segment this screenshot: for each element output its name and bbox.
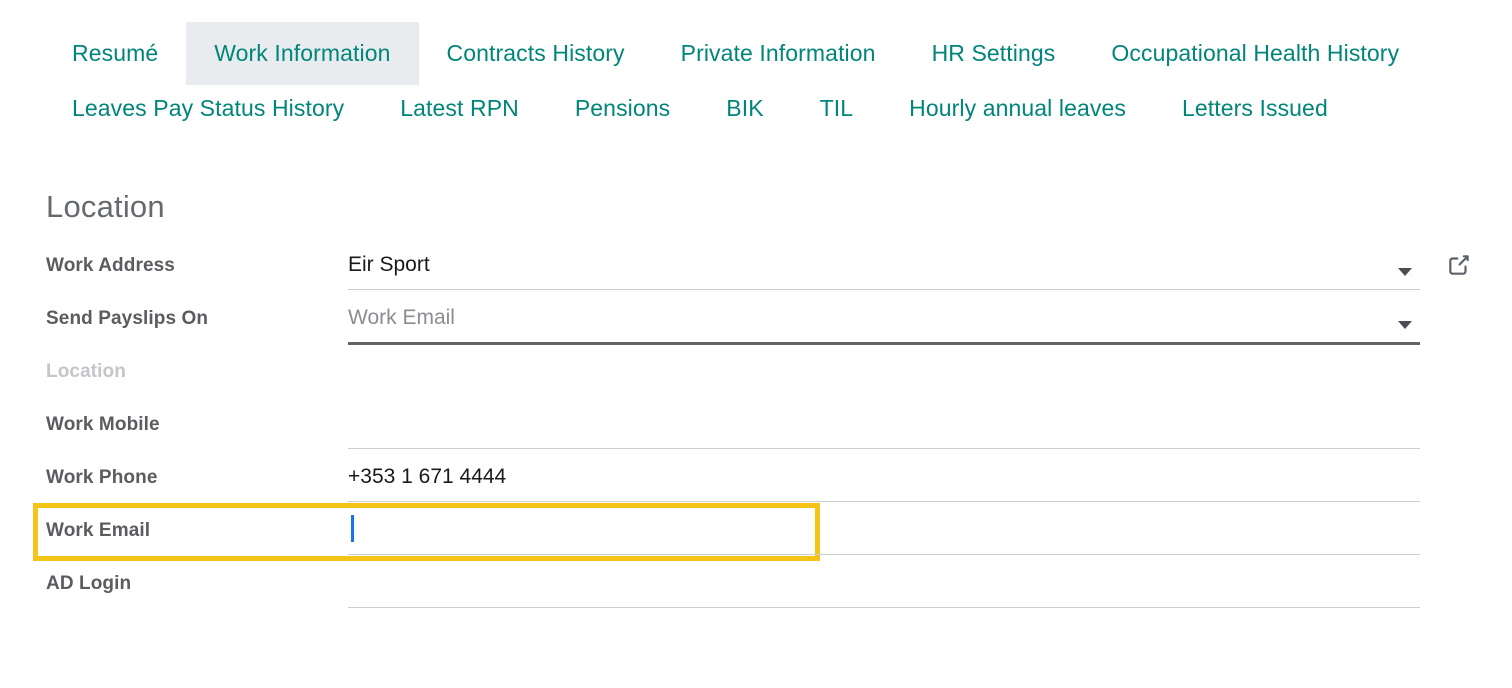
field-input-work-address[interactable]: Eir Sport — [348, 244, 1420, 297]
chevron-down-icon[interactable] — [1398, 321, 1412, 329]
field-input-ad-login[interactable] — [348, 562, 1420, 615]
chevron-down-icon[interactable] — [1398, 268, 1412, 276]
tab-work-information[interactable]: Work Information — [186, 22, 419, 85]
field-value-work-address: Eir Sport — [348, 253, 430, 276]
tab-row-secondary: Leaves Pay Status History Latest RPN Pensi… — [0, 85, 1512, 131]
text-cursor-icon — [351, 515, 354, 542]
field-label-work-email: Work Email — [46, 520, 151, 541]
field-input-location[interactable] — [348, 350, 1420, 403]
tab-occupational-health-history[interactable]: Occupational Health History — [1083, 22, 1427, 85]
field-input-work-email[interactable] — [348, 509, 1420, 562]
work-information-form: Work Address Eir Sport Send Payslips On Wor… — [33, 244, 1469, 615]
field-value-work-mobile — [348, 403, 1420, 413]
field-value-send-payslips-on: Work Email — [348, 306, 455, 329]
form-row-ad-login: AD Login — [46, 562, 1420, 615]
field-cell-work-address: Eir Sport — [348, 244, 1469, 297]
tab-letters-issued[interactable]: Letters Issued — [1154, 90, 1356, 126]
field-cell-work-phone: +353 1 671 4444 — [348, 456, 1420, 509]
field-cell-location — [348, 350, 1420, 403]
field-value-ad-login — [348, 562, 1420, 572]
field-label-send-payslips-on: Send Payslips On — [46, 308, 209, 329]
field-label-work-address: Work Address — [46, 255, 175, 276]
tab-contracts-history[interactable]: Contracts History — [419, 22, 653, 85]
field-value-location — [348, 350, 1420, 360]
tab-hourly-annual-leaves[interactable]: Hourly annual leaves — [881, 90, 1154, 126]
external-link-icon[interactable] — [1444, 250, 1474, 280]
field-value-work-email — [348, 509, 1420, 519]
form-row-send-payslips-on: Send Payslips On Work Email — [46, 297, 1420, 350]
form-row-work-mobile: Work Mobile — [46, 403, 1420, 456]
field-cell-work-mobile — [348, 403, 1420, 456]
field-label-location: Location — [46, 361, 126, 382]
tab-row-primary: Resumé Work Information Contracts History P… — [0, 22, 1512, 85]
form-row-work-phone: Work Phone +353 1 671 4444 — [46, 456, 1420, 509]
form-row-work-address: Work Address Eir Sport — [46, 244, 1469, 297]
tab-til[interactable]: TIL — [792, 90, 882, 126]
tab-bik[interactable]: BIK — [698, 90, 791, 126]
field-value-work-phone: +353 1 671 4444 — [348, 465, 507, 488]
field-cell-ad-login — [348, 562, 1420, 615]
field-label-work-phone: Work Phone — [46, 467, 158, 488]
field-underline-send-payslips-on — [348, 342, 1420, 345]
field-underline-work-phone — [348, 501, 1420, 502]
form-row-work-email: Work Email — [33, 503, 1420, 562]
page-title: Location — [46, 189, 165, 224]
tab-private-information[interactable]: Private Information — [653, 22, 904, 85]
field-input-send-payslips-on[interactable]: Work Email — [348, 297, 1420, 350]
field-underline-ad-login — [348, 607, 1420, 608]
tab-leaves-pay-status-history[interactable]: Leaves Pay Status History — [44, 90, 372, 126]
field-input-work-phone[interactable]: +353 1 671 4444 — [348, 456, 1420, 509]
field-cell-send-payslips-on: Work Email — [348, 297, 1420, 350]
field-underline-work-address — [348, 289, 1420, 290]
field-underline-work-mobile — [348, 448, 1420, 449]
tab-resum[interactable]: Resumé — [44, 22, 186, 85]
form-row-location: Location — [46, 350, 1418, 403]
tab-hr-settings[interactable]: HR Settings — [904, 22, 1084, 85]
field-label-work-mobile: Work Mobile — [46, 414, 160, 435]
field-underline-work-email — [348, 554, 1420, 555]
notebook-tabs: Resumé Work Information Contracts History P… — [0, 0, 1512, 131]
tab-latest-rpn[interactable]: Latest RPN — [372, 90, 547, 126]
field-input-work-mobile[interactable] — [348, 403, 1420, 456]
tab-pensions[interactable]: Pensions — [547, 90, 698, 126]
field-label-ad-login: AD Login — [46, 573, 132, 594]
field-cell-work-email — [348, 509, 1420, 562]
form-sheet: Location Work Address Eir Sport Send Paysl… — [0, 131, 1512, 615]
